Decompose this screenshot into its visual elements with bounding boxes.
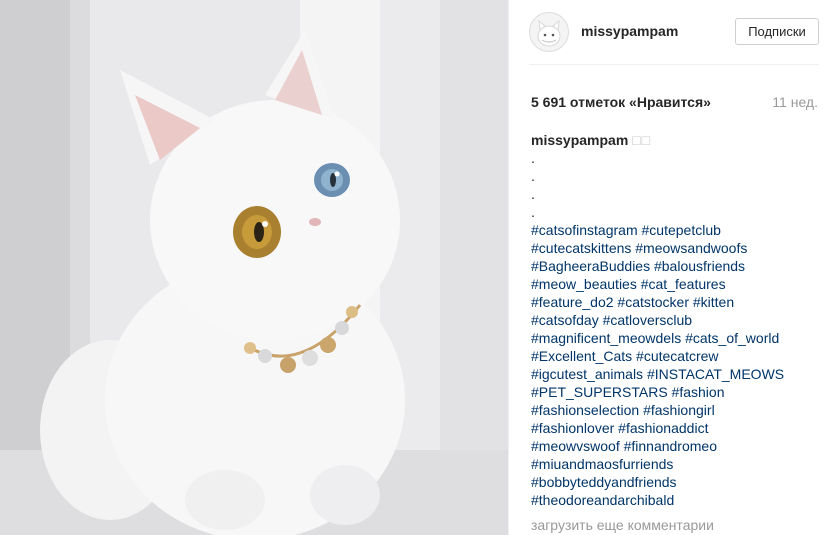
- hashtag-line[interactable]: #PET_SUPERSTARS #fashion: [531, 383, 821, 401]
- caption-dot: .: [531, 168, 535, 184]
- hashtag-line[interactable]: #theodoreandarchibald: [531, 491, 821, 509]
- cat-avatar-icon[interactable]: [529, 12, 569, 52]
- hashtag-line[interactable]: #miuandmaosfurriends: [531, 455, 821, 473]
- hashtag-line[interactable]: #magnificent_meowdels #cats_of_world: [531, 329, 821, 347]
- hashtag-line[interactable]: #bobbyteddyandfriends: [531, 473, 821, 491]
- load-more-comments-link[interactable]: загрузить еще комментарии: [531, 517, 714, 533]
- hashtag-line[interactable]: #meow_beauties #cat_features: [531, 275, 821, 293]
- caption-dot: .: [531, 150, 535, 166]
- post-caption: missypampam □□ . . . . #catsofinstagram …: [531, 131, 821, 509]
- caption-dot: .: [531, 204, 535, 220]
- hashtag-line[interactable]: #fashionlover #fashionaddict: [531, 419, 821, 437]
- caption-emoji: □□: [632, 132, 652, 148]
- caption-dot: .: [531, 186, 535, 202]
- post-sidebar: missypampam Подписки 5 691 отметок «Нрав…: [508, 0, 824, 535]
- post-photo[interactable]: [0, 0, 508, 535]
- hashtag-line[interactable]: #fashionselection #fashiongirl: [531, 401, 821, 419]
- hashtag-line[interactable]: #catsofinstagram #cutepetclub: [531, 221, 821, 239]
- cat-photo-illustration: [0, 0, 508, 535]
- hashtag-line[interactable]: #feature_do2 #catstocker #kitten: [531, 293, 821, 311]
- header-divider: [529, 64, 819, 65]
- following-button[interactable]: Подписки: [735, 18, 819, 45]
- likes-count[interactable]: 5 691 отметок «Нравится»: [531, 94, 711, 110]
- hashtag-line[interactable]: #catsofday #catloversclub: [531, 311, 821, 329]
- caption-username[interactable]: missypampam: [531, 132, 628, 148]
- post-header: missypampam Подписки: [509, 0, 824, 64]
- post-timestamp[interactable]: 11 нед.: [772, 94, 818, 110]
- hashtag-line[interactable]: #meowvswoof #finnandromeo: [531, 437, 821, 455]
- hashtag-line[interactable]: #igcutest_animals #INSTACAT_MEOWS: [531, 365, 821, 383]
- post-author-username[interactable]: missypampam: [581, 23, 678, 39]
- hashtag-line[interactable]: #Excellent_Cats #cutecatcrew: [531, 347, 821, 365]
- hashtag-line[interactable]: #BagheeraBuddies #balousfriends: [531, 257, 821, 275]
- hashtag-line[interactable]: #cutecatskittens #meowsandwoofs: [531, 239, 821, 257]
